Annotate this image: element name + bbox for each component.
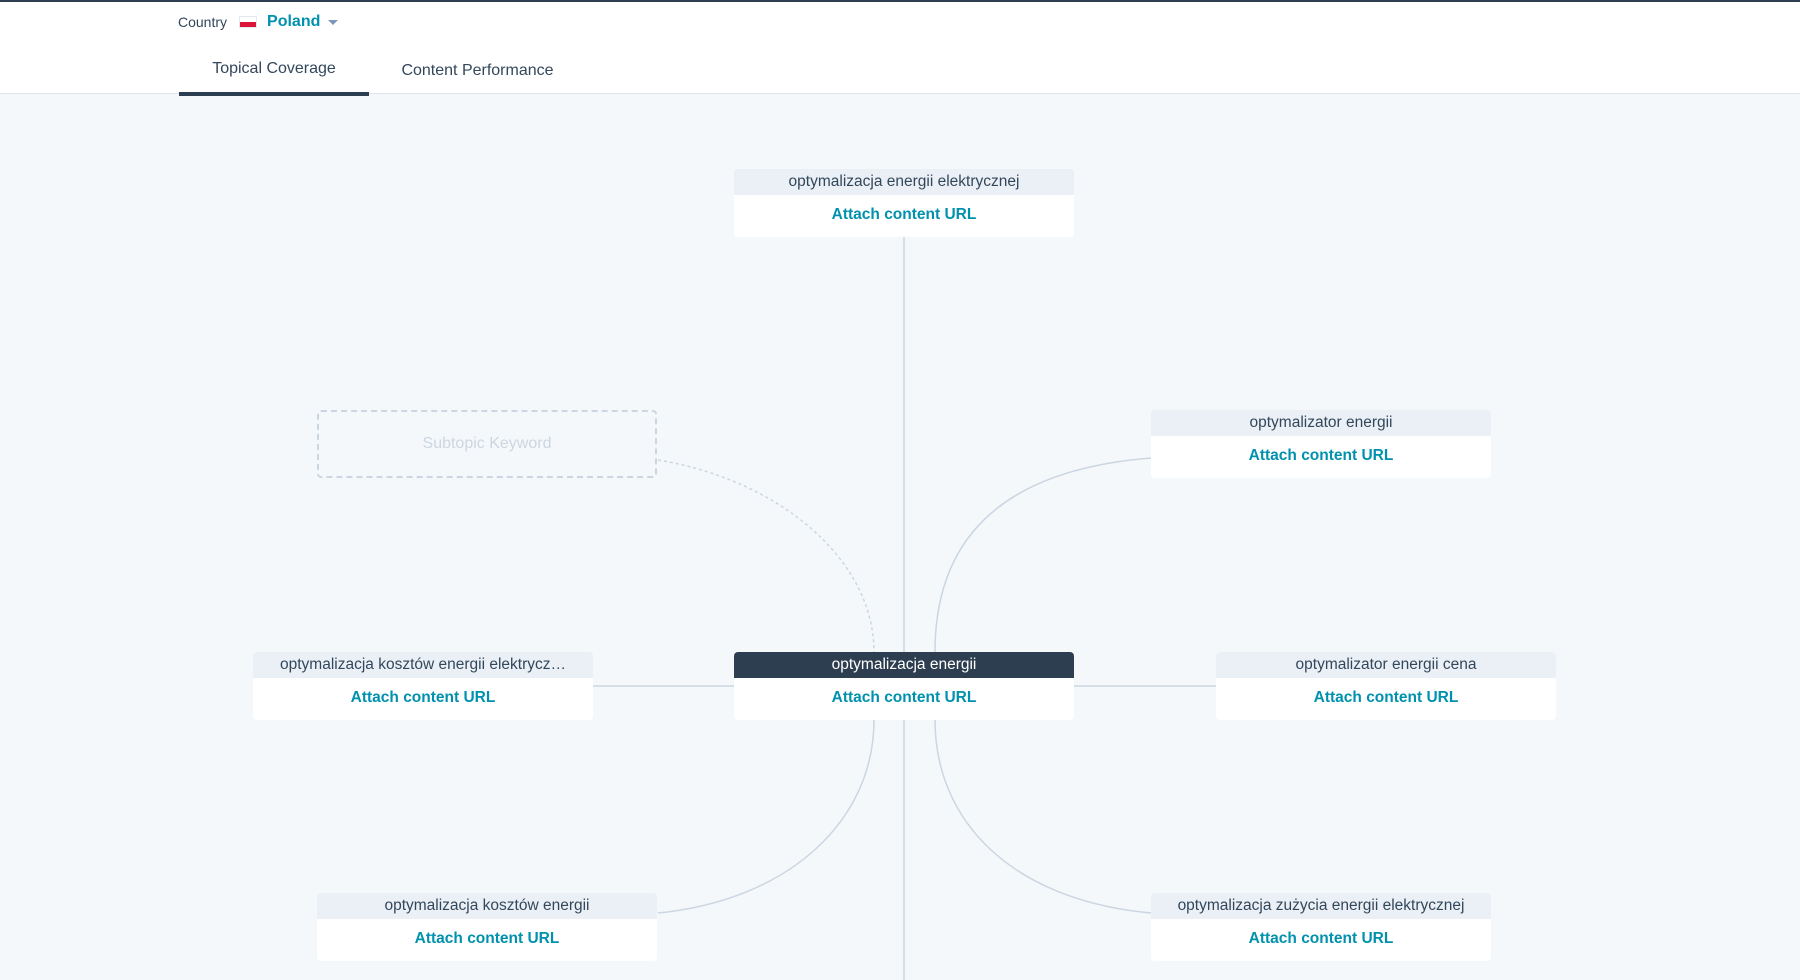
pillar-node: optymalizacja energii Attach content URL [734,652,1074,720]
edge-bottom-right [934,719,1152,914]
attach-content-url-button[interactable]: Attach content URL [1151,436,1491,478]
add-subtopic-placeholder[interactable]: Subtopic Keyword [317,410,657,478]
subtopic-node: optymalizator energii Attach content URL [1151,410,1491,478]
cluster-connections [593,237,1216,980]
subtopic-keyword: optymalizator energii [1151,410,1491,436]
subtopic-keyword: optymalizacja zużycia energii elektryczn… [1151,893,1491,919]
edge-bottom-left [657,719,875,914]
subtopic-node: optymalizacja kosztów energii Attach con… [317,893,657,961]
subtopic-node: optymalizacja kosztów energii elektrycz…… [253,652,593,720]
subtopic-node: optymalizacja energii elektrycznej Attac… [734,169,1074,237]
attach-content-url-button[interactable]: Attach content URL [734,678,1074,720]
subtopic-node: optymalizacja zużycia energii elektryczn… [1151,893,1491,961]
pillar-keyword: optymalizacja energii [734,652,1074,678]
subtopic-keyword: optymalizator energii cena [1216,652,1556,678]
attach-content-url-button[interactable]: Attach content URL [253,678,593,720]
attach-content-url-button[interactable]: Attach content URL [734,195,1074,237]
subtopic-keyword: optymalizacja kosztów energii [317,893,657,919]
edge-top-right [934,457,1152,653]
subtopic-keyword: optymalizacja kosztów energii elektrycz… [253,652,593,678]
attach-content-url-button[interactable]: Attach content URL [317,919,657,961]
subtopic-node: optymalizator energii cena Attach conten… [1216,652,1556,720]
subtopic-keyword: optymalizacja energii elektrycznej [734,169,1074,195]
placeholder-label: Subtopic Keyword [422,435,552,452]
attach-content-url-button[interactable]: Attach content URL [1216,678,1556,720]
edge-placeholder [657,459,875,653]
attach-content-url-button[interactable]: Attach content URL [1151,919,1491,961]
